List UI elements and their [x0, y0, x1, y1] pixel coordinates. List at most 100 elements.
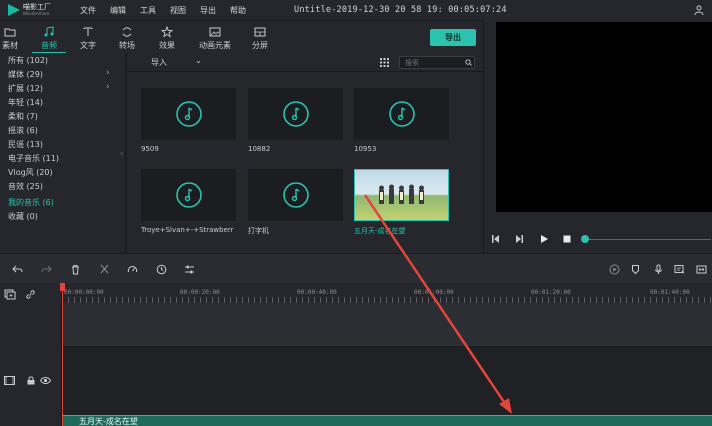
- video-track-icon: [4, 376, 15, 385]
- redo-icon[interactable]: [41, 264, 52, 275]
- eye-icon[interactable]: [40, 376, 51, 385]
- delete-icon[interactable]: [70, 264, 81, 275]
- microphone-icon[interactable]: [653, 264, 664, 275]
- audio-adjust-icon[interactable]: [184, 264, 195, 275]
- menu-view[interactable]: 视图: [170, 5, 186, 16]
- category-soft[interactable]: 柔和 (7): [8, 111, 38, 122]
- category-vlog[interactable]: Vlog风 (20): [8, 167, 53, 178]
- folder-icon: [4, 28, 16, 37]
- category-sound-effects[interactable]: 音效 (25): [8, 181, 43, 192]
- menu-edit[interactable]: 编辑: [110, 5, 126, 16]
- timeline-playhead-line[interactable]: [62, 283, 63, 426]
- tab-text[interactable]: 文字: [71, 26, 105, 51]
- link-icon[interactable]: [25, 289, 36, 300]
- audio-thumbnail: [248, 88, 343, 140]
- tab-transition-label: 转场: [119, 41, 135, 50]
- audio-clip[interactable]: 五月天-成名在望: [63, 415, 712, 426]
- category-young[interactable]: 年轻 (14): [8, 97, 43, 108]
- media-item-label: 9509: [141, 145, 159, 153]
- category-all[interactable]: 所有 (102): [8, 55, 48, 66]
- chevron-down-icon[interactable]: ⌄: [195, 56, 202, 65]
- collapse-sidebar-icon[interactable]: ‹: [120, 149, 123, 158]
- ruler-label: 00:01:20:00: [531, 289, 571, 296]
- export-button[interactable]: 导出: [430, 29, 476, 46]
- music-disc-icon: [388, 101, 415, 127]
- category-extension[interactable]: 扩展 (12): [8, 83, 43, 94]
- ruler-label: 00:01:00:00: [414, 289, 454, 296]
- grid-view-icon[interactable]: [380, 58, 389, 67]
- stop-icon[interactable]: [562, 234, 572, 244]
- tab-split-screen[interactable]: 分屏: [243, 26, 277, 51]
- tab-audio-label: 音频: [41, 41, 57, 50]
- player-controls: [484, 212, 712, 253]
- menu-tools[interactable]: 工具: [140, 5, 156, 16]
- menu-export[interactable]: 导出: [200, 5, 216, 16]
- media-item-10953[interactable]: 10953: [354, 88, 449, 153]
- music-note-icon: [44, 26, 54, 37]
- tab-media[interactable]: 素材: [0, 26, 27, 51]
- ruler-label: 00:01:40:00: [650, 289, 690, 296]
- step-back-icon[interactable]: [491, 234, 501, 244]
- undo-icon[interactable]: [12, 264, 23, 275]
- media-item-label: 10953: [354, 145, 377, 153]
- cut-icon[interactable]: [99, 264, 110, 275]
- media-library-panel: 导入 ⌄ 9509 10882 10953 Troye+Siv: [127, 53, 483, 253]
- music-disc-icon: [175, 101, 202, 127]
- ruler-label: 00:00:40:00: [297, 289, 337, 296]
- zoom-fit-icon[interactable]: [696, 264, 707, 275]
- play-icon[interactable]: [539, 234, 549, 244]
- tab-effects-label: 效果: [159, 41, 175, 50]
- search-input[interactable]: [399, 56, 475, 69]
- import-button[interactable]: 导入: [151, 57, 167, 68]
- user-icon[interactable]: [694, 5, 704, 15]
- video-track-lane[interactable]: [62, 303, 712, 347]
- logo-text: 喵影工厂: [23, 3, 51, 11]
- media-item-mayday[interactable]: 五月天-成名在望: [354, 169, 449, 236]
- tab-audio[interactable]: 音频: [32, 26, 66, 54]
- music-disc-icon: [282, 182, 309, 208]
- title-bar: 喵影工厂 Wondershare 文件 编辑 工具 视图 导出 帮助 Untit…: [0, 0, 712, 20]
- chevron-right-icon[interactable]: ›: [106, 82, 110, 92]
- category-favorites[interactable]: 收藏 (0): [8, 211, 38, 222]
- effects-icon: [161, 26, 173, 38]
- step-forward-icon[interactable]: [514, 234, 524, 244]
- category-media[interactable]: 媒体 (29): [8, 69, 43, 80]
- timeline-ruler[interactable]: 00:00:00:00 00:00:20:00 00:00:40:00 00:0…: [62, 283, 712, 303]
- search-icon[interactable]: [465, 59, 472, 66]
- voiceover-icon[interactable]: [674, 264, 685, 275]
- document-title: Untitle-2019-12-30 20 58 19: 00:05:07:24: [294, 5, 507, 15]
- tab-effects[interactable]: 效果: [150, 26, 184, 51]
- media-toolbar: 导入 ⌄: [127, 53, 483, 72]
- media-item-typewriter[interactable]: 打字机: [248, 169, 343, 236]
- media-item-10882[interactable]: 10882: [248, 88, 343, 153]
- marker-shield-icon[interactable]: [630, 264, 641, 275]
- speed-icon[interactable]: [127, 264, 138, 275]
- menu-file[interactable]: 文件: [80, 5, 96, 16]
- tab-transition[interactable]: 转场: [110, 26, 144, 51]
- lock-icon[interactable]: [27, 376, 35, 385]
- media-item-label: 五月天-成名在望: [354, 227, 406, 235]
- audio-thumbnail: [141, 88, 236, 140]
- timeline-toolbar: [0, 253, 712, 283]
- media-tab-bar: 素材 音频 文字 转场 效果 动画元素 分屏 导出: [0, 20, 483, 54]
- media-item-label: 打字机: [248, 227, 269, 235]
- track-header-column: [0, 283, 62, 426]
- category-sidebar: 所有 (102) 媒体 (29) › 扩展 (12) › 年轻 (14) 柔和 …: [0, 53, 126, 253]
- playback-progress-bar[interactable]: [584, 239, 711, 240]
- category-rock[interactable]: 摇滚 (6): [8, 125, 38, 136]
- playback-scrubber-handle[interactable]: [581, 235, 589, 243]
- timeline-playhead-handle[interactable]: [60, 283, 65, 291]
- tab-animated-elements[interactable]: 动画元素: [196, 26, 234, 51]
- category-electronic[interactable]: 电子音乐 (11): [8, 153, 59, 164]
- category-folk[interactable]: 民谣 (13): [8, 139, 43, 150]
- image-icon: [209, 27, 221, 37]
- tab-media-label: 素材: [2, 41, 18, 50]
- duration-clock-icon[interactable]: [156, 264, 167, 275]
- category-my-music[interactable]: 我的音乐 (6): [8, 197, 54, 208]
- menu-help[interactable]: 帮助: [230, 5, 246, 16]
- media-item-9509[interactable]: 9509: [141, 88, 236, 153]
- media-item-troye-sivan[interactable]: Troye+Sivan+-+Strawberr: [141, 169, 236, 234]
- chevron-right-icon[interactable]: ›: [106, 68, 110, 78]
- render-play-icon[interactable]: [609, 264, 620, 275]
- add-track-icon[interactable]: [4, 289, 16, 300]
